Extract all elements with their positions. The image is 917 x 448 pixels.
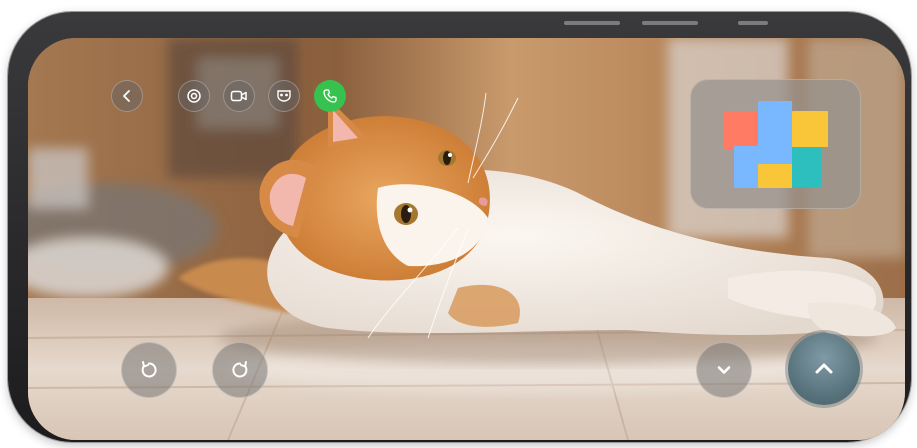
camera-lens-icon (187, 89, 201, 103)
rotate-right-button[interactable] (212, 342, 268, 398)
room-teal[interactable] (792, 147, 822, 187)
chevron-down-icon (717, 366, 731, 374)
room-minimap[interactable] (690, 79, 861, 209)
video-camera-icon (230, 90, 247, 102)
record-button[interactable] (223, 80, 255, 112)
camera-screen (28, 38, 905, 440)
call-button[interactable] (314, 80, 346, 112)
move-up-button[interactable] (788, 333, 860, 405)
snapshot-button[interactable] (178, 80, 210, 112)
phone-frame (8, 12, 911, 442)
room-red[interactable] (724, 111, 760, 149)
mask-button[interactable] (268, 80, 300, 112)
chevron-left-icon (123, 90, 130, 102)
phone-icon (323, 89, 337, 103)
phone-volume-button (642, 21, 698, 25)
rotate-clockwise-icon (232, 361, 248, 378)
room-yellow-top[interactable] (792, 111, 828, 147)
rotate-counterclockwise-icon (141, 361, 157, 378)
room-yellow-bottom[interactable] (758, 164, 792, 188)
phone-side-button (738, 21, 768, 25)
back-button[interactable] (111, 80, 143, 112)
move-down-button[interactable] (696, 342, 752, 398)
rotate-left-button[interactable] (121, 342, 177, 398)
chevron-up-icon (815, 363, 833, 374)
mask-icon (277, 90, 291, 102)
phone-volume-button (564, 21, 620, 25)
